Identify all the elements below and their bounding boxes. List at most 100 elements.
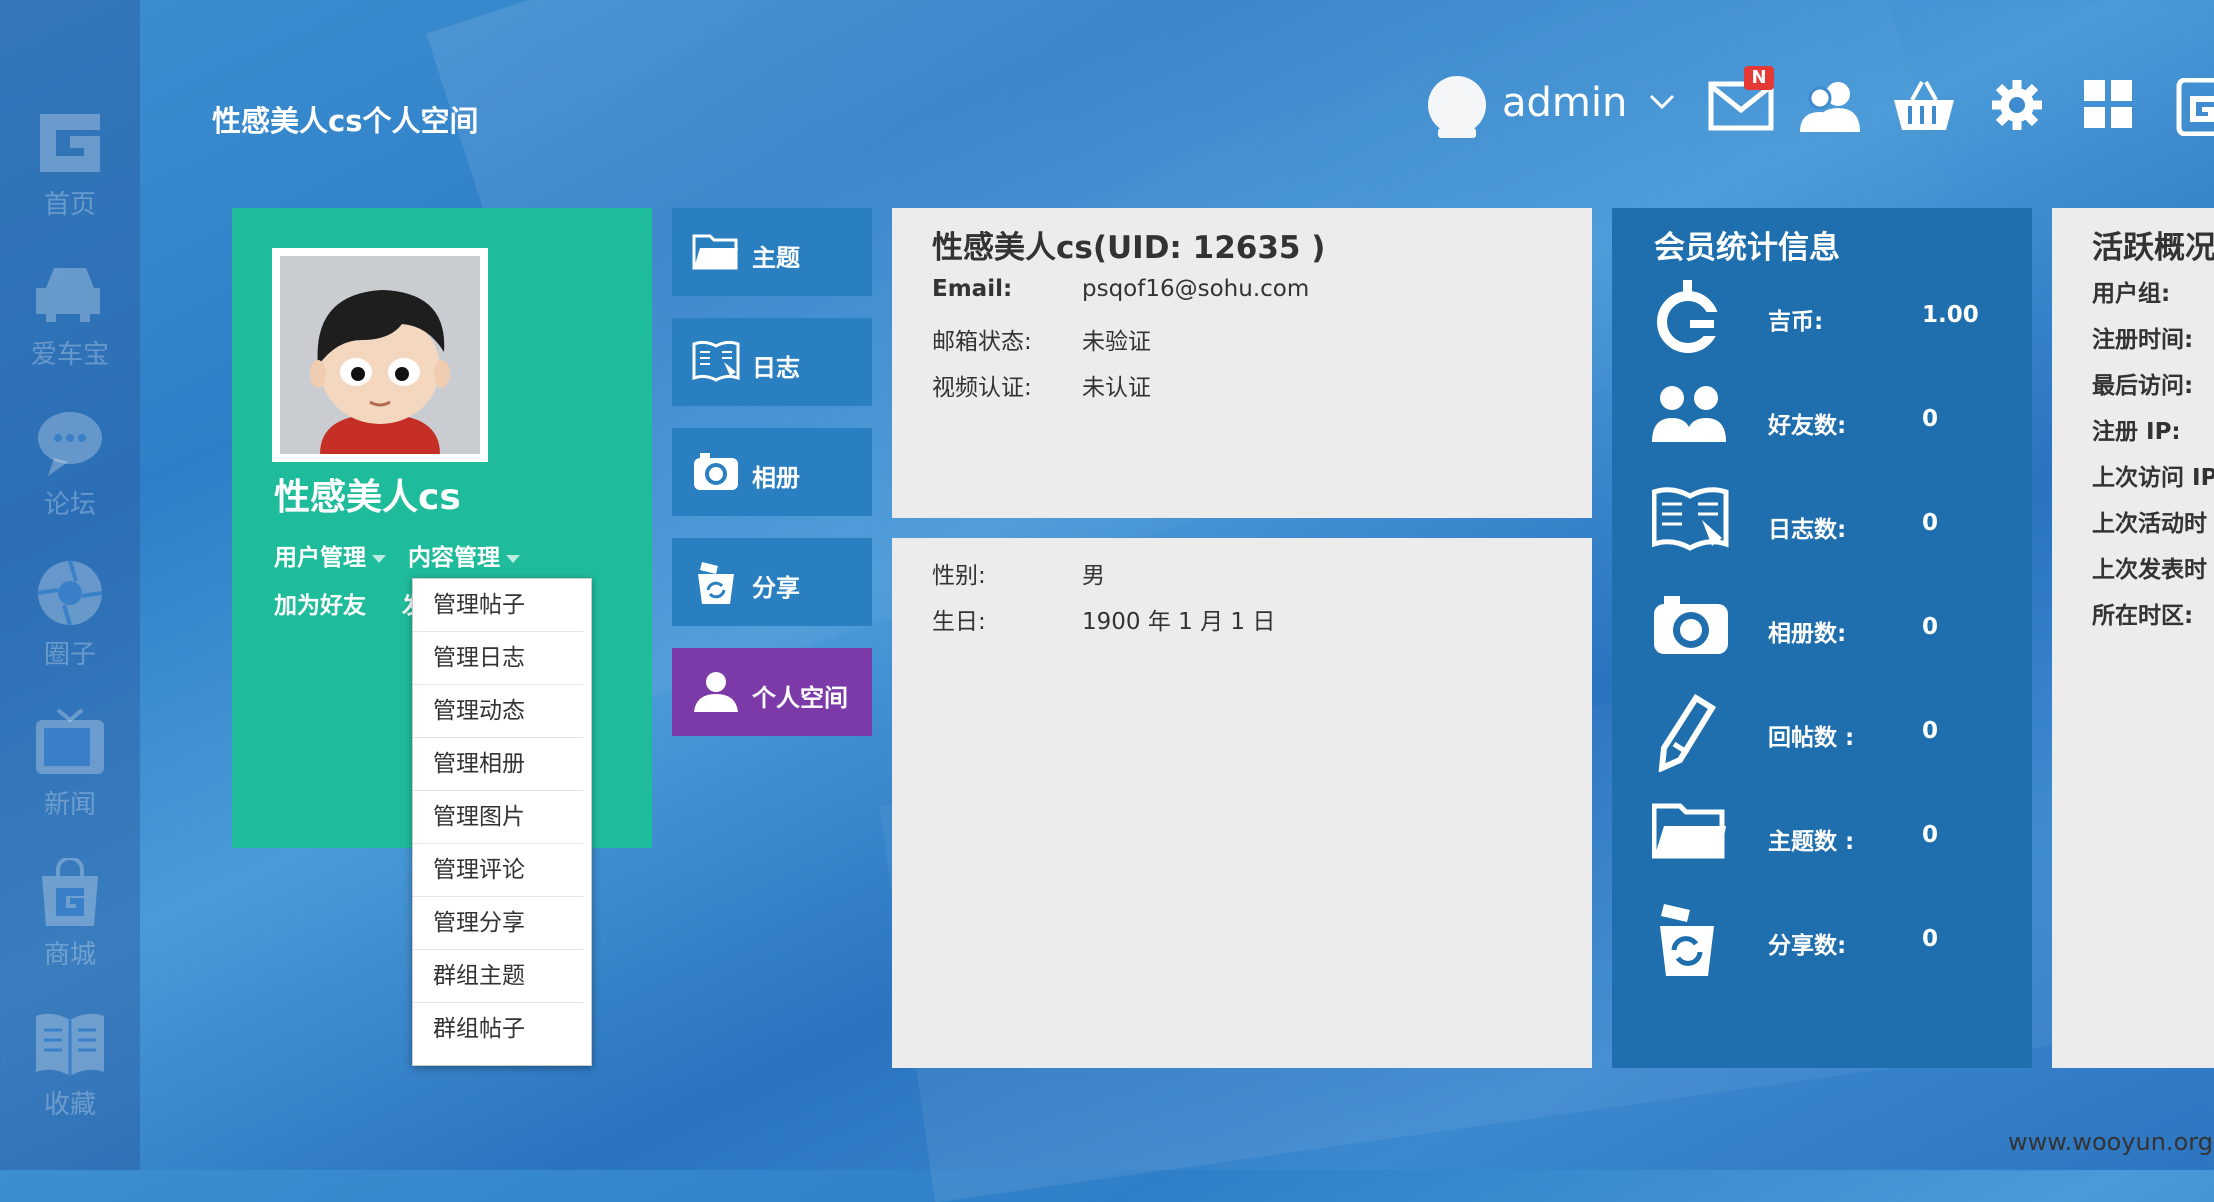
sidebar-item-news[interactable]: 新闻	[0, 708, 140, 838]
stat-value: 1.00	[1922, 302, 1979, 328]
mail-badge: N	[1744, 66, 1774, 90]
folder-icon	[1652, 803, 1726, 859]
tab-personal-space[interactable]: 个人空间	[672, 648, 872, 736]
activity-item-register-ip: 注册 IP:	[2092, 419, 2181, 445]
cartoon-avatar-icon	[280, 256, 480, 454]
camera-icon	[1654, 596, 1728, 654]
journal-icon	[1652, 487, 1729, 551]
tab-label: 日志	[752, 354, 800, 382]
member-stats-panel: 会员统计信息 吉币: 1.00 好友数: 0 日志数: 0 相册数: 0 回帖数…	[1612, 208, 2032, 1068]
stat-value: 0	[1922, 406, 1939, 432]
tab-label: 分享	[752, 574, 800, 602]
video-auth-label: 视频认证:	[932, 375, 1032, 401]
page-title: 性感美人cs个人空间	[212, 104, 479, 138]
dropdown-item-manage-pictures[interactable]: 管理图片	[413, 791, 583, 844]
stat-label: 回帖数 :	[1768, 725, 1855, 751]
activity-item-register-time: 注册时间:	[2092, 327, 2194, 353]
friends-icon	[1652, 386, 1726, 442]
gender-label: 性别:	[932, 563, 986, 589]
sidebar-label: 新闻	[43, 790, 96, 820]
avatar[interactable]	[280, 256, 480, 454]
dropdown-item-manage-shares[interactable]: 管理分享	[413, 897, 583, 950]
book-icon	[36, 1013, 104, 1076]
watermark: www.wooyun.org	[2008, 1128, 2213, 1156]
email-label: Email:	[932, 276, 1013, 302]
stat-value: 0	[1922, 822, 1939, 848]
activity-item-timezone: 所在时区:	[2092, 603, 2194, 629]
share-bin-icon	[1660, 904, 1714, 976]
dropdown-item-manage-journals[interactable]: 管理日志	[413, 632, 583, 685]
sidebar-label: 爱车宝	[30, 340, 109, 370]
username[interactable]: admin	[1502, 80, 1627, 126]
content-manage-menu[interactable]: 内容管理	[408, 538, 520, 572]
activity-item-last-activity: 上次活动时	[2092, 511, 2207, 537]
dropdown-item-group-posts[interactable]: 群组帖子	[413, 1003, 583, 1055]
activity-item-last-visit-ip: 上次访问 IP	[2092, 465, 2214, 491]
stat-label: 日志数:	[1768, 517, 1847, 543]
tab-topics[interactable]: 主题	[672, 208, 872, 296]
gender-value: 男	[1082, 563, 1105, 589]
sidebar-item-forum[interactable]: 论坛	[0, 408, 140, 538]
dropdown-item-manage-comments[interactable]: 管理评论	[413, 844, 583, 897]
activity-item-last-post: 上次发表时	[2092, 557, 2207, 583]
tab-share[interactable]: 分享	[672, 538, 872, 626]
sidebar-item-circle[interactable]: 圈子	[0, 558, 140, 688]
basket-icon[interactable]	[1892, 78, 1956, 132]
profile-name: 性感美人cs	[274, 477, 461, 518]
tab-label: 主题	[752, 244, 800, 272]
sidebar-label: 首页	[43, 190, 96, 220]
stat-label: 主题数 :	[1768, 829, 1855, 855]
video-auth-value: 未认证	[1082, 375, 1151, 401]
user-avatar-icon[interactable]	[1428, 76, 1486, 138]
activity-title: 活跃概况	[2092, 230, 2214, 266]
activity-overview-panel: 活跃概况 用户组: 注册时间: 最后访问: 注册 IP: 上次访问 IP 上次活…	[2052, 208, 2214, 1068]
sidebar-label: 论坛	[43, 490, 96, 520]
user-manage-label: 用户管理	[274, 545, 366, 571]
tab-label: 相册	[752, 464, 800, 492]
dropdown-item-group-topics[interactable]: 群组主题	[413, 950, 583, 1003]
caret-down-icon	[506, 554, 520, 563]
share-bin-icon	[698, 562, 734, 604]
person-icon	[694, 672, 738, 712]
g-logo-icon	[40, 114, 100, 172]
friends-icon[interactable]	[1800, 78, 1860, 132]
birthday-label: 生日:	[932, 609, 986, 635]
sidebar-item-mall[interactable]: 商城	[0, 858, 140, 988]
gear-icon[interactable]	[1990, 78, 2044, 132]
stat-value: 0	[1922, 926, 1939, 952]
journal-icon	[692, 340, 740, 382]
account-info-panel: 性感美人cs(UID: 12635 ) Email: psqof16@sohu.…	[892, 208, 1592, 518]
grid-icon[interactable]	[2082, 78, 2134, 130]
sidebar-item-car[interactable]: 爱车宝	[0, 258, 140, 388]
dropdown-item-manage-posts[interactable]: 管理帖子	[413, 579, 583, 632]
personal-info-panel: 性别: 男 生日: 1900 年 1 月 1 日	[892, 538, 1592, 1068]
sidebar-label: 商城	[43, 940, 96, 970]
g-app-icon[interactable]	[2176, 78, 2214, 136]
stat-row-shares: 分享数: 0	[1612, 892, 2032, 996]
stat-label: 吉币:	[1768, 309, 1824, 335]
email-value: psqof16@sohu.com	[1082, 276, 1310, 302]
sidebar-item-home[interactable]: 首页	[0, 108, 140, 238]
dropdown-item-manage-activity[interactable]: 管理动态	[413, 685, 583, 738]
stat-label: 分享数:	[1768, 933, 1847, 959]
tab-album[interactable]: 相册	[672, 428, 872, 516]
camera-icon	[694, 453, 738, 490]
stat-row-topics: 主题数 : 0	[1612, 788, 2032, 892]
content-manage-label: 内容管理	[408, 545, 500, 571]
add-friend-link[interactable]: 加为好友	[274, 586, 366, 620]
sidebar-label: 收藏	[43, 1090, 96, 1120]
stat-row-friends: 好友数: 0	[1612, 372, 2032, 476]
mail-status-value: 未验证	[1082, 329, 1151, 355]
dropdown-item-manage-albums[interactable]: 管理相册	[413, 738, 583, 791]
stat-row-replies: 回帖数 : 0	[1612, 684, 2032, 788]
tab-label: 个人空间	[752, 684, 848, 712]
stat-label: 好友数:	[1768, 413, 1847, 439]
stat-label: 相册数:	[1768, 621, 1847, 647]
chevron-down-icon[interactable]	[1648, 92, 1676, 112]
tab-journal[interactable]: 日志	[672, 318, 872, 406]
user-manage-menu[interactable]: 用户管理	[274, 538, 386, 572]
sidebar-item-favorites[interactable]: 收藏	[0, 1008, 140, 1138]
stat-row-albums: 相册数: 0	[1612, 580, 2032, 684]
chat-bubble-icon	[38, 412, 102, 476]
stat-value: 0	[1922, 510, 1939, 536]
